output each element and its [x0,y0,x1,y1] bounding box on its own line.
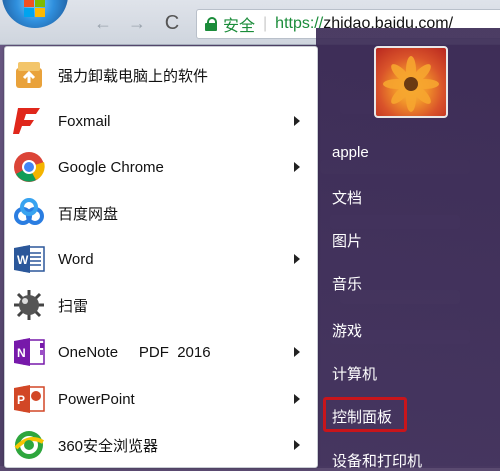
program-item-foxmail[interactable]: Foxmail [6,99,306,143]
program-label: 百度网盘 [58,205,119,223]
program-item-powerpoint[interactable]: P PowerPoint [6,377,306,421]
submenu-arrow-icon[interactable] [294,254,300,264]
submenu-arrow-icon[interactable] [294,347,300,357]
right-item-documents[interactable]: 文档 [332,187,362,208]
program-label: 扫雷 [58,297,89,315]
program-item-uninstaller[interactable]: 强力卸载电脑上的软件 [6,53,306,97]
right-item-music[interactable]: 音乐 [332,273,362,294]
program-label: Word [58,250,94,268]
baidu-netdisk-icon [10,194,48,232]
program-item-baidu-netdisk[interactable]: 百度网盘 [6,191,306,235]
foxmail-icon [10,102,48,140]
minesweeper-icon [10,286,48,324]
program-label: PowerPoint [58,390,135,408]
svg-text:W: W [17,253,29,267]
word-icon: W [10,240,48,278]
program-label: Foxmail [58,112,111,130]
submenu-arrow-icon[interactable] [294,394,300,404]
program-label: 强力卸载电脑上的软件 [58,67,209,85]
svg-text:N: N [17,346,26,360]
submenu-arrow-icon[interactable] [294,440,300,450]
onenote-icon: N [10,333,48,371]
user-picture-flower-icon[interactable] [374,46,448,118]
right-item-user-apple[interactable]: apple [332,144,369,161]
360-browser-icon [10,426,48,464]
program-label: Google Chrome [58,158,164,176]
uninstall-icon [10,56,48,94]
right-item-pictures[interactable]: 图片 [332,230,362,251]
program-item-onenote[interactable]: N OneNote PDF 2016 [6,330,306,374]
svg-text:P: P [17,393,25,407]
program-label: OneNote PDF 2016 [58,343,211,361]
submenu-arrow-icon[interactable] [294,162,300,172]
program-label: 360安全浏览器 [58,437,159,455]
right-item-games[interactable]: 游戏 [332,320,362,341]
program-item-360-browser[interactable]: 360安全浏览器 [6,423,306,467]
powerpoint-icon: P [10,380,48,418]
control-panel-highlight-box [323,397,407,432]
right-item-devices-and-printers[interactable]: 设备和打印机 [332,450,422,471]
program-item-google-chrome[interactable]: Google Chrome [6,145,306,189]
program-item-minesweeper[interactable]: 扫雷 [6,283,306,327]
right-item-computer[interactable]: 计算机 [332,363,377,384]
submenu-arrow-icon[interactable] [294,116,300,126]
program-item-word[interactable]: W Word [6,237,306,281]
chrome-icon [10,148,48,186]
